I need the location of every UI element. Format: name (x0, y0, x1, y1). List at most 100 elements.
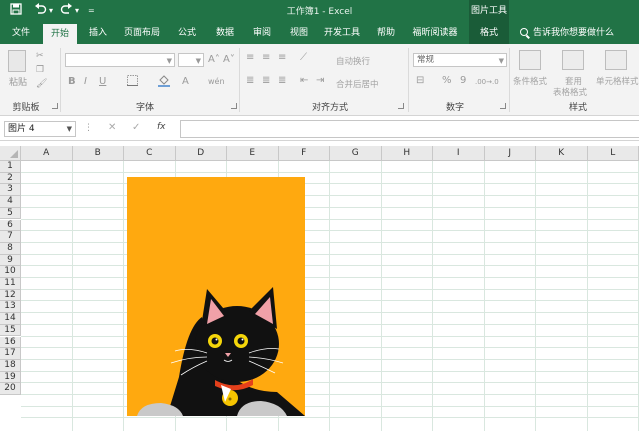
row-header[interactable]: 2 (0, 172, 21, 185)
fill-color-icon[interactable] (158, 74, 170, 91)
tab-developer[interactable]: 开发工具 (320, 22, 364, 44)
border-icon[interactable] (127, 75, 138, 90)
row-header[interactable]: 15 (0, 324, 21, 337)
orientation-icon[interactable]: ⟋ (300, 52, 307, 64)
row-header[interactable]: 4 (0, 196, 21, 208)
name-box[interactable]: 图片 4 ▼ (4, 121, 76, 137)
format-painter-icon[interactable]: 🖌 (36, 78, 47, 90)
cell-styles-button[interactable]: 单元格样式 (596, 75, 639, 87)
conditional-format-icon[interactable] (519, 50, 541, 70)
tab-foxit-reader[interactable]: 福昕阅读器 (409, 22, 461, 44)
conditional-format-button[interactable]: 条件格式 (513, 75, 547, 87)
cancel-icon[interactable]: ✕ (108, 122, 116, 133)
group-divider (408, 48, 409, 112)
row-gridline (21, 300, 639, 302)
tab-insert[interactable]: 插入 (81, 22, 115, 44)
row-header[interactable]: 7 (0, 231, 21, 243)
align-right-icon[interactable]: ≣ (278, 75, 286, 87)
tab-file[interactable]: 文件 (4, 22, 38, 44)
cut-icon[interactable]: ✂ (36, 50, 44, 62)
row-header[interactable]: 18 (0, 359, 21, 372)
underline-button[interactable]: U (99, 76, 106, 88)
column-header[interactable]: C (124, 146, 176, 161)
row-header[interactable]: 12 (0, 289, 21, 302)
cell-styles-icon[interactable] (605, 50, 627, 70)
tab-formulas[interactable]: 公式 (170, 22, 204, 44)
increase-decimal-button[interactable]: .00→.0 (475, 76, 499, 88)
column-header[interactable]: J (484, 146, 536, 161)
row-header[interactable]: 17 (0, 348, 21, 360)
column-header[interactable]: D (175, 146, 227, 161)
column-header[interactable]: I (433, 146, 485, 161)
outdent-icon[interactable]: ⇥ (316, 75, 324, 87)
paste-icon[interactable] (8, 50, 26, 72)
currency-icon[interactable]: ⊟ (416, 75, 424, 87)
column-header[interactable]: K (536, 146, 588, 161)
tab-format[interactable]: 格式 (469, 22, 509, 44)
row-header[interactable]: 10 (0, 266, 21, 278)
column-header[interactable]: E (227, 146, 279, 161)
copy-icon[interactable]: ❐ (36, 64, 44, 76)
cat-image[interactable] (127, 177, 305, 416)
tab-data[interactable]: 数据 (208, 22, 242, 44)
number-launcher[interactable] (500, 103, 506, 109)
table-format-icon[interactable] (562, 50, 584, 70)
row-header[interactable]: 1 (0, 161, 21, 173)
column-header[interactable]: G (330, 146, 382, 161)
row-header[interactable]: 8 (0, 242, 21, 255)
font-launcher[interactable] (231, 103, 237, 109)
row-header[interactable]: 9 (0, 254, 21, 267)
row-header[interactable]: 16 (0, 336, 21, 349)
font-color-button[interactable]: A (182, 76, 189, 88)
enter-icon[interactable]: ✓ (132, 122, 140, 133)
comma-button[interactable]: 9 (460, 75, 466, 87)
row-header[interactable]: 5 (0, 207, 21, 220)
align-center-icon[interactable]: ≣ (262, 75, 270, 87)
column-header[interactable]: H (381, 146, 433, 161)
align-left-icon[interactable]: ≣ (246, 75, 254, 87)
clipboard-launcher[interactable] (52, 103, 58, 109)
grow-font-button[interactable]: A˄ (208, 54, 220, 66)
tell-me-search[interactable]: 告诉我你想要做什么 (520, 22, 614, 44)
italic-button[interactable]: I (84, 76, 87, 88)
merge-center-button[interactable]: 合并后居中 (336, 78, 379, 90)
ribbon: 粘贴 ✂ ❐ 🖌 剪贴板 ▼ ▼ A˄ A˅ B I U A wén 字体 ≡ … (0, 44, 639, 116)
font-size-combo[interactable]: ▼ (178, 53, 204, 67)
formula-bar-grip[interactable]: ⋮ (84, 123, 93, 133)
column-header[interactable]: L (587, 146, 639, 161)
font-name-combo[interactable]: ▼ (65, 53, 175, 67)
shrink-font-button[interactable]: A˅ (223, 54, 235, 66)
column-header[interactable]: B (72, 146, 124, 161)
row-gridline (21, 370, 639, 372)
tab-home[interactable]: 开始 (43, 24, 77, 44)
worksheet-grid[interactable]: ABCDEFGHIJKL 1 2 3 4 5 6 7 8 9 10 11 12 13 14 15 16 17 18… (0, 146, 639, 431)
tab-view[interactable]: 视图 (282, 22, 316, 44)
row-header[interactable]: 14 (0, 313, 21, 325)
column-header[interactable]: F (278, 146, 330, 161)
bold-button[interactable]: B (68, 76, 76, 88)
wrap-text-button[interactable]: 自动换行 (336, 55, 370, 67)
row-header[interactable]: 6 (0, 219, 21, 232)
align-top-icon[interactable]: ≡ (246, 52, 254, 64)
column-gridline (329, 161, 330, 431)
number-format-combo[interactable]: 常规 ▼ (413, 53, 507, 67)
alignment-launcher[interactable] (398, 103, 404, 109)
row-header[interactable]: 19 (0, 371, 21, 384)
percent-button[interactable]: % (442, 75, 452, 87)
insert-function-button[interactable]: fx (157, 122, 166, 132)
column-header[interactable]: A (21, 146, 73, 161)
change-case-button[interactable]: wén (208, 76, 225, 88)
tab-page-layout[interactable]: 页面布局 (120, 22, 164, 44)
indent-icon[interactable]: ⇤ (300, 75, 308, 87)
row-header[interactable]: 3 (0, 184, 21, 197)
formula-input[interactable] (180, 120, 639, 138)
tab-review[interactable]: 审阅 (245, 22, 279, 44)
align-middle-icon[interactable]: ≡ (262, 52, 270, 64)
row-header[interactable]: 13 (0, 301, 21, 314)
align-bottom-icon[interactable]: ≡ (278, 52, 286, 64)
select-all-button[interactable] (0, 146, 21, 161)
row-header[interactable]: 20 (0, 383, 21, 395)
table-format-label-2[interactable]: 表格格式 (553, 86, 587, 98)
tab-help[interactable]: 帮助 (369, 22, 403, 44)
row-header[interactable]: 11 (0, 278, 21, 290)
